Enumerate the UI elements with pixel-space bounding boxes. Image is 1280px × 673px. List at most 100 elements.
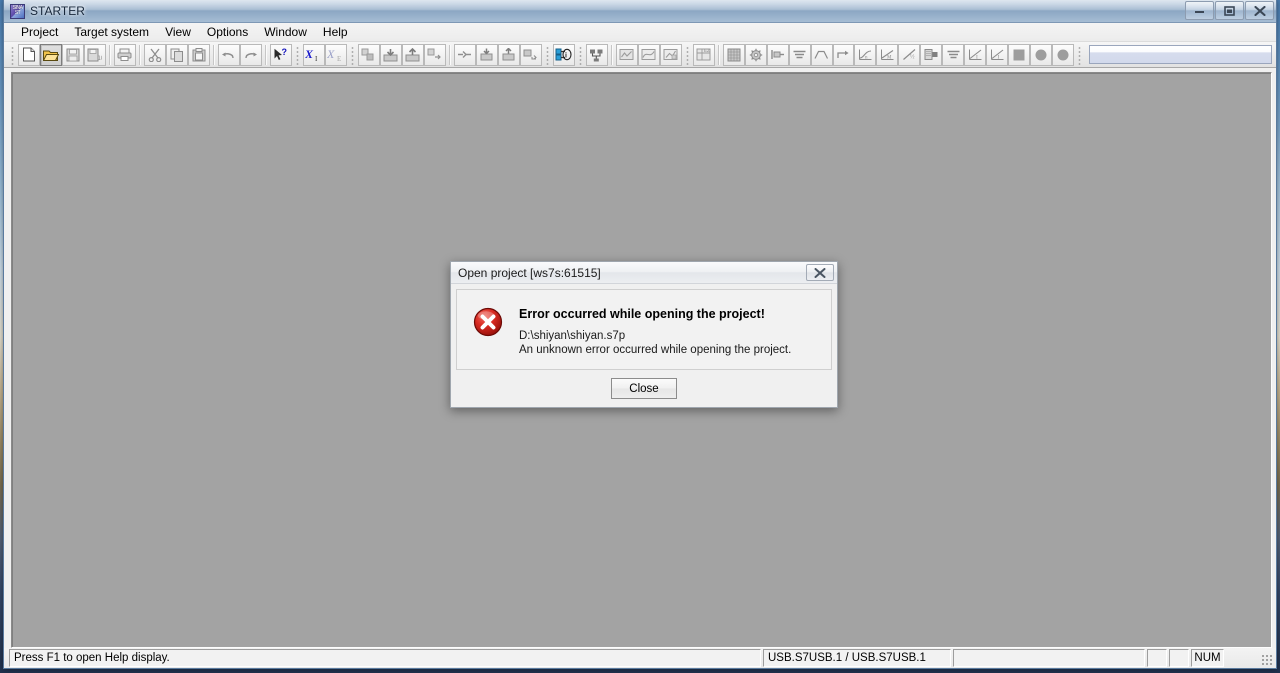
svg-text:I: I (315, 55, 318, 63)
print-button[interactable] (113, 43, 136, 66)
status-num-indicator: NUM (1191, 649, 1224, 667)
stop-square-button[interactable] (1008, 43, 1031, 66)
equalize-button[interactable] (788, 43, 811, 66)
toolbar-grip[interactable] (543, 44, 551, 65)
speed-curve-n-icon: n (858, 48, 873, 61)
save-project-button[interactable] (61, 43, 84, 66)
arrow-question-icon: ? (273, 48, 289, 62)
menu-item-window[interactable]: Window (256, 23, 315, 42)
device-list-icon: EZ (696, 48, 712, 61)
topology-button[interactable] (615, 43, 638, 66)
download-cpu-button[interactable] (475, 43, 498, 66)
upload-cpu-button[interactable] (497, 43, 520, 66)
memory-card-button[interactable] (920, 43, 943, 66)
record-circle-2-button[interactable] (1052, 43, 1075, 66)
connect-disconnect-button[interactable] (453, 43, 476, 66)
toolbar-grip[interactable] (576, 44, 584, 65)
download-to-target-button[interactable] (379, 43, 402, 66)
device-overview-button[interactable]: EZ (692, 43, 715, 66)
plug-connect-icon (457, 48, 472, 61)
toolbar-separator (138, 44, 141, 65)
expert-list-xi-button[interactable]: X I (302, 43, 325, 66)
speed-curve-button[interactable]: n (854, 43, 877, 66)
menu-item-target-system[interactable]: Target system (66, 23, 157, 42)
close-button[interactable] (1245, 1, 1274, 20)
toolbar-grip[interactable] (348, 44, 356, 65)
menu-item-view[interactable]: View (157, 23, 199, 42)
menu-item-project[interactable]: Project (13, 23, 66, 42)
menu-item-help[interactable]: Help (315, 23, 356, 42)
printer-icon (117, 48, 132, 61)
toolbar-grip[interactable] (293, 44, 301, 65)
activate-button[interactable] (519, 43, 542, 66)
svg-text:E: E (337, 55, 341, 63)
sinamics-starter-icon: SINA ST (10, 3, 25, 19)
toolbar-grip[interactable] (1076, 44, 1084, 65)
undo-arrow-icon (221, 49, 236, 61)
half-curve-icon: ½ (902, 48, 917, 61)
toolbar-grip[interactable] (683, 44, 691, 65)
toolbar-input-field[interactable] (1089, 45, 1273, 64)
svg-text:M: M (887, 56, 892, 61)
copy-pages-icon (170, 48, 184, 62)
svg-text:i: i (565, 53, 567, 60)
redo-button[interactable] (239, 43, 262, 66)
blocks-compare-icon (427, 48, 442, 62)
xe-symbol-icon: X E (327, 47, 344, 63)
dialog-title-bar[interactable]: Open project [ws7s:61515] (451, 262, 837, 284)
expert-grid-button[interactable] (722, 43, 745, 66)
record-circle-button[interactable] (1030, 43, 1053, 66)
cut-button[interactable] (143, 43, 166, 66)
svg-text:EZ: EZ (704, 48, 710, 53)
trace-button[interactable] (637, 43, 660, 66)
motor-data-button[interactable] (766, 43, 789, 66)
torque-curve-button[interactable]: M (876, 43, 899, 66)
copy-ram-to-rom-button[interactable] (357, 43, 380, 66)
expert-list-xe-button[interactable]: X E (324, 43, 347, 66)
window-title-bar[interactable]: SINA ST STARTER (4, 0, 1276, 23)
toolbar-separator (717, 44, 720, 65)
save-compile-button[interactable]: 10 (83, 43, 106, 66)
status-pane-small-2 (1169, 649, 1189, 667)
clipboard-paste-icon (192, 47, 206, 62)
menu-item-options[interactable]: Options (199, 23, 256, 42)
dialog-close-action-button[interactable]: Close (611, 378, 677, 399)
new-document-icon (22, 47, 36, 62)
diagnostics-button[interactable] (659, 43, 682, 66)
jog-button[interactable] (832, 43, 855, 66)
dialog-close-button[interactable] (806, 264, 834, 281)
status-bar: Press F1 to open Help display. USB.S7USB… (4, 648, 1276, 668)
open-project-button[interactable] (39, 43, 62, 66)
minimize-button[interactable] (1185, 1, 1214, 20)
settings-gear-button[interactable] (744, 43, 767, 66)
accessible-nodes-button[interactable] (585, 43, 608, 66)
dialog-footer: Close (451, 370, 837, 407)
toolbar: 10 (4, 42, 1276, 68)
context-help-button[interactable]: ? (269, 43, 292, 66)
paste-button[interactable] (187, 43, 210, 66)
online-offline-button[interactable]: i (552, 43, 575, 66)
scissors-icon (148, 48, 162, 62)
online-link-icon: i (555, 47, 572, 62)
toolbar-separator (448, 44, 451, 65)
redo-arrow-icon (243, 49, 258, 61)
undo-button[interactable] (217, 43, 240, 66)
load-to-pg-button[interactable] (401, 43, 424, 66)
toolbar-grip[interactable] (9, 44, 16, 65)
half-curve-button[interactable]: ½ (898, 43, 921, 66)
jog-arrow-icon (836, 48, 851, 61)
gear-settings-icon (749, 48, 763, 62)
current-curve-i2-icon: I (990, 48, 1005, 61)
dialog-detail-path: D:\shiyan\shiyan.s7p (519, 330, 626, 342)
nodes-network-icon (588, 48, 605, 62)
current-curve-2-button[interactable]: I (986, 43, 1009, 66)
current-curve-button[interactable]: I (964, 43, 987, 66)
new-project-button[interactable] (18, 43, 40, 66)
copy-button[interactable] (165, 43, 188, 66)
maximize-button[interactable] (1215, 1, 1244, 20)
memory-card-icon (924, 48, 939, 61)
ramp-function-button[interactable] (810, 43, 833, 66)
equalize-2-button[interactable] (942, 43, 965, 66)
compare-button[interactable] (423, 43, 446, 66)
resize-grip-icon[interactable] (1261, 654, 1273, 666)
